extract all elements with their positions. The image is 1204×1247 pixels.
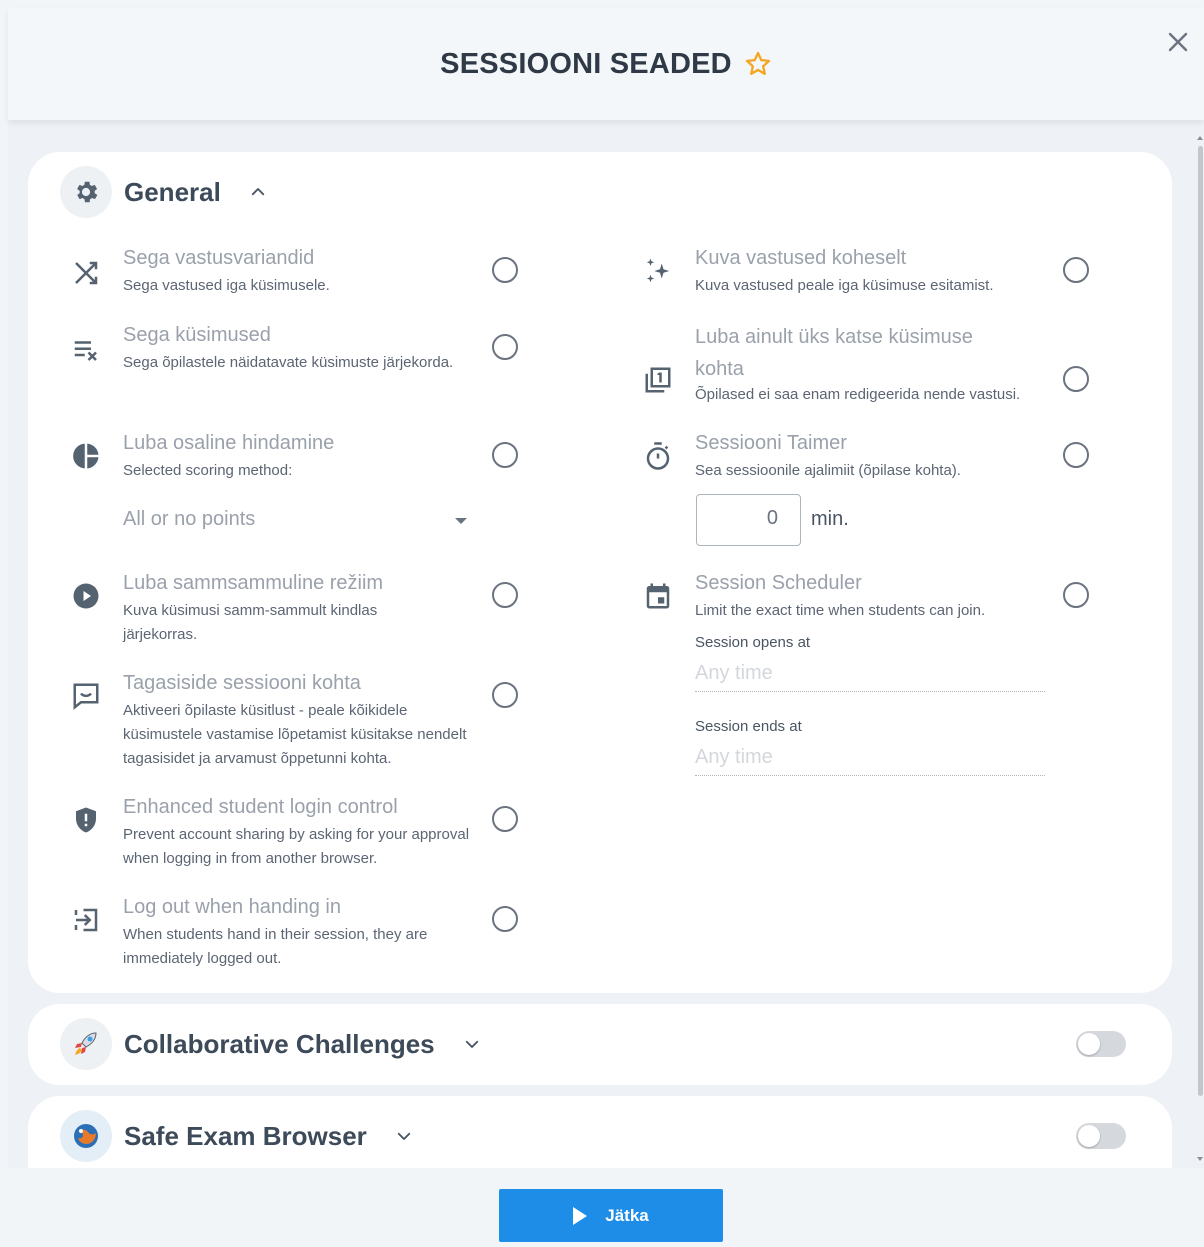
session-timer-radio[interactable] (1063, 442, 1089, 468)
option-desc: Selected scoring method: (123, 462, 293, 479)
seb-section-header[interactable]: Safe Exam Browser (60, 1110, 413, 1162)
option-title: Kuva vastused koheselt (695, 247, 907, 269)
option-desc: Kuva vastused peale iga küsimuse esitami… (695, 277, 994, 294)
general-section-title: General (124, 176, 221, 207)
option-title: Tagasiside sessiooni kohta (123, 672, 361, 694)
session-feedback-radio[interactable] (492, 682, 518, 708)
dropdown-arrow-icon (455, 518, 467, 524)
shuffle-answers-radio[interactable] (492, 257, 518, 283)
option-desc: Sea sessioonile ajalimiit (õpilase kohta… (695, 462, 961, 479)
chevron-down-icon[interactable] (463, 1035, 481, 1053)
safe-exam-browser-section: Safe Exam Browser (28, 1096, 1172, 1168)
shield-icon (76, 807, 96, 833)
session-opens-label: Session opens at (695, 634, 811, 651)
option-desc: When students hand in their session, the… (123, 926, 428, 967)
session-opens-input[interactable]: Any time (695, 662, 1045, 692)
star-icon[interactable] (744, 50, 772, 78)
option-title: Sega vastusvariandid (123, 247, 315, 269)
scoring-method-value: All or no points (123, 508, 256, 530)
timer-unit-label: min. (811, 508, 849, 530)
option-title: Luba sammsammuline režiim (123, 572, 384, 594)
option-desc: Kuva küsimusi samm-sammult kindlas järje… (123, 602, 378, 643)
session-scheduler-radio[interactable] (1063, 582, 1089, 608)
rocket-icon (60, 1018, 112, 1070)
close-icon[interactable] (1166, 30, 1190, 54)
collab-section-title: Collaborative Challenges (124, 1028, 435, 1059)
feedback-icon (73, 683, 99, 710)
logout-handin-radio[interactable] (492, 906, 518, 932)
logout-icon (74, 908, 98, 932)
timer-icon (646, 442, 670, 470)
option-desc: Õpilased ei saa enam redigeerida nende v… (695, 386, 1021, 403)
seb-toggle[interactable] (1076, 1123, 1126, 1149)
collab-section-header[interactable]: Collaborative Challenges (60, 1018, 481, 1070)
option-title: Log out when handing in (123, 896, 341, 918)
option-title: Luba ainult üks katse küsimuse kohta (695, 326, 973, 380)
collab-toggle[interactable] (1076, 1031, 1126, 1057)
option-title: Session Scheduler (695, 572, 862, 594)
toggle-knob (1078, 1033, 1100, 1055)
partial-scoring-radio[interactable] (492, 442, 518, 468)
modal-title: SESSIOONI SEADED (440, 47, 732, 80)
sparkle-icon (646, 258, 670, 283)
scoring-method-select[interactable]: All or no points (123, 508, 467, 538)
filter-one-icon (645, 367, 671, 393)
step-mode-radio[interactable] (492, 582, 518, 608)
continue-button[interactable]: Jätka (499, 1189, 723, 1242)
seb-section-title: Safe Exam Browser (124, 1120, 367, 1151)
option-title: Luba osaline hindamine (123, 432, 335, 454)
option-desc: Prevent account sharing by asking for yo… (123, 826, 470, 867)
play-circle-icon (73, 583, 99, 609)
show-answers-radio[interactable] (1063, 257, 1089, 283)
clear-list-icon (74, 341, 97, 361)
session-ends-input[interactable]: Any time (695, 746, 1045, 776)
option-desc: Sega vastused iga küsimusele. (123, 277, 330, 294)
option-desc: Aktiveeri õpilaste küsitlust - peale kõi… (123, 702, 467, 767)
play-icon (573, 1206, 588, 1225)
session-ends-label: Session ends at (695, 718, 802, 735)
chevron-down-icon[interactable] (395, 1127, 413, 1145)
collaborative-challenges-section: Collaborative Challenges (28, 1004, 1172, 1085)
timer-minutes-input[interactable]: 0 (696, 494, 801, 546)
option-title: Enhanced student login control (123, 796, 398, 818)
option-desc: Limit the exact time when students can j… (695, 602, 986, 619)
continue-button-label: Jätka (605, 1205, 649, 1225)
modal-footer: Jätka (8, 1168, 1204, 1247)
option-desc: Sega õpilastele näidatavate küsimuste jä… (123, 354, 454, 371)
vertical-scrollbar[interactable] (1196, 136, 1204, 1161)
modal-header: SESSIOONI SEADED (8, 8, 1204, 120)
enhanced-login-radio[interactable] (492, 806, 518, 832)
calendar-icon (646, 583, 670, 609)
toggle-knob (1078, 1125, 1100, 1147)
pie-chart-icon (73, 443, 99, 469)
safe-exam-browser-icon (60, 1110, 112, 1162)
shuffle-questions-radio[interactable] (492, 334, 518, 360)
session-settings-modal: SESSIOONI SEADED General Sega vastusvari… (8, 8, 1204, 1247)
settings-scroll-area[interactable]: General Sega vastusvariandid Sega vastus… (8, 120, 1204, 1168)
one-attempt-radio[interactable] (1063, 366, 1089, 392)
scrollbar-thumb[interactable] (1198, 146, 1203, 1096)
option-title: Sega küsimused (123, 324, 271, 346)
shuffle-icon (75, 261, 98, 285)
general-section: General Sega vastusvariandid Sega vastus… (28, 152, 1172, 993)
gear-icon (60, 166, 112, 218)
chevron-up-icon[interactable] (249, 183, 267, 201)
general-section-header[interactable]: General (60, 166, 267, 218)
option-title: Sessiooni Taimer (695, 432, 847, 454)
scroll-down-arrow-icon[interactable] (1197, 1157, 1203, 1161)
scroll-up-arrow-icon[interactable] (1197, 136, 1203, 140)
